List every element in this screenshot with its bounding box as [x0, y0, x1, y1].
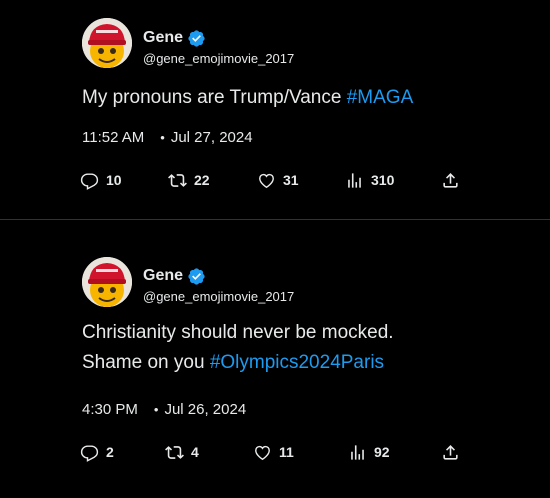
tweet-text-fragment: Shame on you — [82, 352, 210, 373]
tweet-text-line: Christianity should never be mocked. — [82, 322, 394, 343]
tweet-time[interactable]: 4:30 PM — [82, 400, 138, 420]
tweet-actions: 10 22 31 310 — [80, 168, 470, 192]
tweet-actions: 2 4 11 92 — [80, 440, 470, 464]
like-button[interactable]: 11 — [253, 440, 294, 464]
like-icon — [259, 173, 274, 188]
tweet-text-line: My pronouns are Trump/Vance — [82, 87, 347, 108]
tweet-2[interactable]: Gene @gene_emojimovie_2017 Christianity … — [0, 220, 550, 498]
tweet-date[interactable]: Jul 26, 2024 — [164, 400, 246, 420]
views-button[interactable]: 92 — [348, 440, 390, 464]
author-name-text[interactable]: Gene — [143, 28, 183, 48]
views-icon — [348, 172, 361, 188]
author-name-text[interactable]: Gene — [143, 266, 183, 286]
reply-button[interactable]: 10 — [80, 168, 122, 192]
author-name[interactable]: Gene — [143, 266, 206, 286]
tweet-text: My pronouns are Trump/Vance #MAGA — [82, 83, 522, 113]
author-handle[interactable]: @gene_emojimovie_2017 — [143, 289, 294, 305]
retweet-count: 22 — [194, 172, 210, 188]
author-name[interactable]: Gene — [143, 28, 206, 48]
retweet-icon — [168, 173, 187, 187]
retweet-count: 4 — [191, 444, 199, 460]
tweet-date[interactable]: Jul 27, 2024 — [171, 128, 253, 148]
views-button[interactable]: 310 — [345, 168, 394, 192]
tweet-1[interactable]: Gene @gene_emojimovie_2017 My pronouns a… — [0, 0, 550, 219]
meta-separator: • — [160, 130, 165, 145]
tweet-meta: 11:52 AM • Jul 27, 2024 — [82, 128, 253, 148]
reply-count: 10 — [106, 172, 122, 188]
views-count: 310 — [371, 172, 395, 188]
share-icon — [443, 444, 458, 460]
views-count: 92 — [374, 444, 390, 460]
verified-badge-icon — [187, 29, 206, 48]
tweet-text: Christianity should never be mocked. Sha… — [82, 318, 522, 378]
author-handle[interactable]: @gene_emojimovie_2017 — [143, 51, 294, 67]
tweet-meta: 4:30 PM • Jul 26, 2024 — [82, 400, 246, 420]
retweet-button[interactable]: 22 — [168, 168, 210, 192]
reply-count: 2 — [106, 444, 114, 460]
like-button[interactable]: 31 — [257, 168, 299, 192]
tweet-time[interactable]: 11:52 AM — [82, 128, 144, 148]
hashtag-link[interactable]: #Olympics2024Paris — [210, 352, 384, 373]
share-button[interactable] — [441, 440, 460, 464]
verified-badge-icon — [187, 267, 206, 286]
share-icon — [443, 172, 458, 188]
reply-icon — [80, 444, 99, 462]
reply-button[interactable]: 2 — [80, 440, 114, 464]
hashtag-link[interactable]: #MAGA — [347, 87, 414, 108]
tweet-text-line: Shame on you #Olympics2024Paris — [82, 348, 522, 378]
reply-icon — [80, 172, 99, 190]
like-count: 11 — [279, 444, 294, 460]
retweet-icon — [165, 445, 184, 459]
avatar[interactable] — [82, 257, 132, 307]
avatar[interactable] — [82, 18, 132, 68]
like-count: 31 — [283, 172, 299, 188]
share-button[interactable] — [441, 168, 460, 192]
meta-separator: • — [153, 402, 159, 417]
retweet-button[interactable]: 4 — [165, 440, 199, 464]
like-icon — [255, 445, 270, 460]
views-icon — [351, 444, 364, 460]
